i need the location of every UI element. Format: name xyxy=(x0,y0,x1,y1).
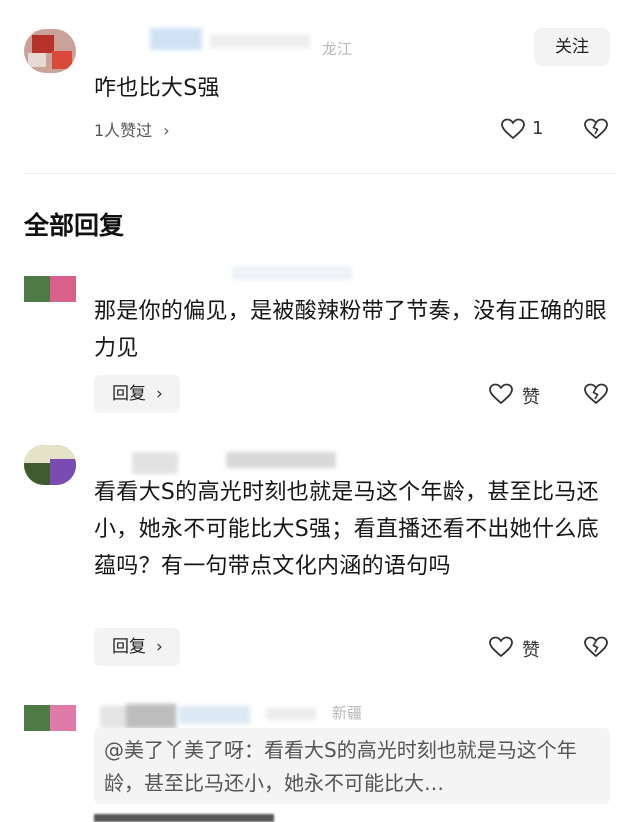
heart-icon[interactable] xyxy=(488,382,514,406)
reply-label: 回复 xyxy=(112,637,146,657)
username-blurred xyxy=(132,452,178,474)
location-label: 新疆 xyxy=(332,704,363,722)
broken-heart-icon[interactable] xyxy=(583,635,609,659)
follow-button[interactable]: 关注 xyxy=(534,28,610,66)
username-blurred xyxy=(266,708,316,720)
quoted-text: @美了丫美了呀：看看大S的高光时刻也就是马这个年龄，甚至比马还小，她永不可能比大… xyxy=(104,738,577,795)
avatar[interactable] xyxy=(24,276,76,302)
avatar[interactable] xyxy=(24,445,76,485)
reply-label: 回复 xyxy=(112,384,146,404)
reply-button[interactable]: 回复 › xyxy=(94,375,180,413)
username-blurred xyxy=(226,452,336,468)
chevron-right-icon: › xyxy=(156,384,163,404)
like-label: 赞 xyxy=(522,640,540,661)
username-blurred xyxy=(150,28,202,50)
chevron-right-icon: › xyxy=(156,637,163,657)
chevron-right-icon: › xyxy=(163,121,170,140)
username-blurred xyxy=(210,34,310,48)
divider xyxy=(24,173,616,174)
broken-heart-icon[interactable] xyxy=(583,117,609,141)
avatar[interactable] xyxy=(24,29,76,73)
reply-text: 那是你的偏见，是被酸辣粉带了节奏，没有正确的眼力见 xyxy=(94,299,607,361)
liked-by-label: 1人赞过 xyxy=(94,121,153,140)
username-blurred xyxy=(126,704,176,728)
heart-icon[interactable] xyxy=(500,117,526,141)
heart-icon[interactable] xyxy=(488,635,514,659)
liked-by-link[interactable]: 1人赞过 › xyxy=(94,117,170,141)
username-blurred xyxy=(232,266,352,280)
comment-text: 咋也比大S强 xyxy=(94,76,220,101)
like-label: 赞 xyxy=(522,387,540,408)
location-label: 龙江 xyxy=(322,40,353,58)
username-blurred xyxy=(178,706,250,724)
section-title: 全部回复 xyxy=(24,211,125,240)
quoted-reply: @美了丫美了呀：看看大S的高光时刻也就是马这个年龄，甚至比马还小，她永不可能比大… xyxy=(94,728,610,804)
avatar[interactable] xyxy=(24,705,76,731)
reply-text: 看看大S的高光时刻也就是马这个年龄，甚至比马还小，她永不可能比大S强；看直播还看… xyxy=(94,480,599,579)
broken-heart-icon[interactable] xyxy=(583,382,609,406)
reply-button[interactable]: 回复 › xyxy=(94,628,180,666)
like-count: 1 xyxy=(532,118,544,139)
reply-text-clipped xyxy=(94,814,274,822)
